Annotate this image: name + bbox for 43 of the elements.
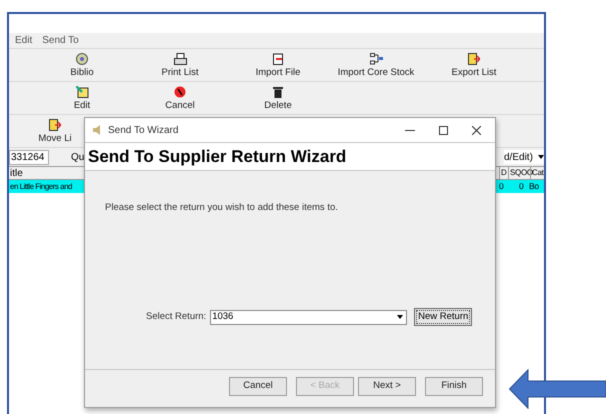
column-header[interactable]: itle (9, 166, 23, 180)
maximize-icon[interactable] (439, 126, 448, 134)
dialog-title: Send To Wizard (108, 124, 178, 138)
table-cell: 0 (499, 180, 504, 193)
menu-item[interactable]: Send To (42, 33, 79, 48)
toolbar-button[interactable]: Import File (229, 49, 327, 81)
column-header[interactable]: D (499, 167, 508, 179)
table-cell: en Little Fingers and (9, 182, 72, 191)
wizard-button[interactable]: Finish (425, 377, 483, 396)
column-header[interactable]: Cat (530, 167, 544, 179)
wizard-button[interactable]: Next > (358, 377, 416, 396)
table-cell: 0 (519, 180, 524, 193)
disc-icon (76, 52, 88, 64)
toolbar-button[interactable]: Cancel (131, 82, 229, 114)
toolbar-button[interactable]: Print List (131, 49, 229, 81)
trash-icon (273, 86, 283, 98)
toolbar-button[interactable]: Delete (229, 82, 327, 114)
stop-icon (174, 86, 186, 98)
wizard-heading: Send To Supplier Return Wizard (88, 146, 346, 168)
toolbar-button[interactable]: Edit (33, 82, 131, 114)
toolbar-button[interactable]: Export List (425, 49, 523, 81)
toolbar-button[interactable]: Import Core Stock (327, 49, 425, 81)
table-cell: Bo (529, 180, 539, 193)
hierarchy-icon (370, 52, 382, 64)
document-icon (272, 52, 284, 64)
column-header[interactable]: SQOO (508, 167, 534, 179)
select-label: Select Return: (146, 310, 206, 324)
menu-item[interactable]: Edit (15, 33, 32, 48)
wizard-button[interactable]: Cancel (229, 377, 287, 396)
toolbar-button[interactable]: Move Li (25, 115, 85, 147)
new-return-button[interactable]: New Return (414, 308, 472, 326)
dropdown-arrow-icon (397, 315, 404, 320)
close-icon[interactable] (472, 126, 481, 134)
instruction-text: Please select the return you wish to add these items to. (105, 201, 339, 215)
printer-icon (174, 52, 186, 64)
speaker-icon (93, 125, 102, 135)
search-field[interactable]: 331264 (9, 150, 49, 164)
pencil-card-icon (76, 86, 88, 98)
view-dropdown[interactable]: d/Edit) (504, 150, 544, 164)
return-select[interactable]: 1036 (210, 310, 408, 325)
filter-label: Qu (71, 150, 84, 164)
toolbar-button[interactable]: Biblio (33, 49, 131, 81)
dropdown-arrow-icon (538, 155, 544, 159)
